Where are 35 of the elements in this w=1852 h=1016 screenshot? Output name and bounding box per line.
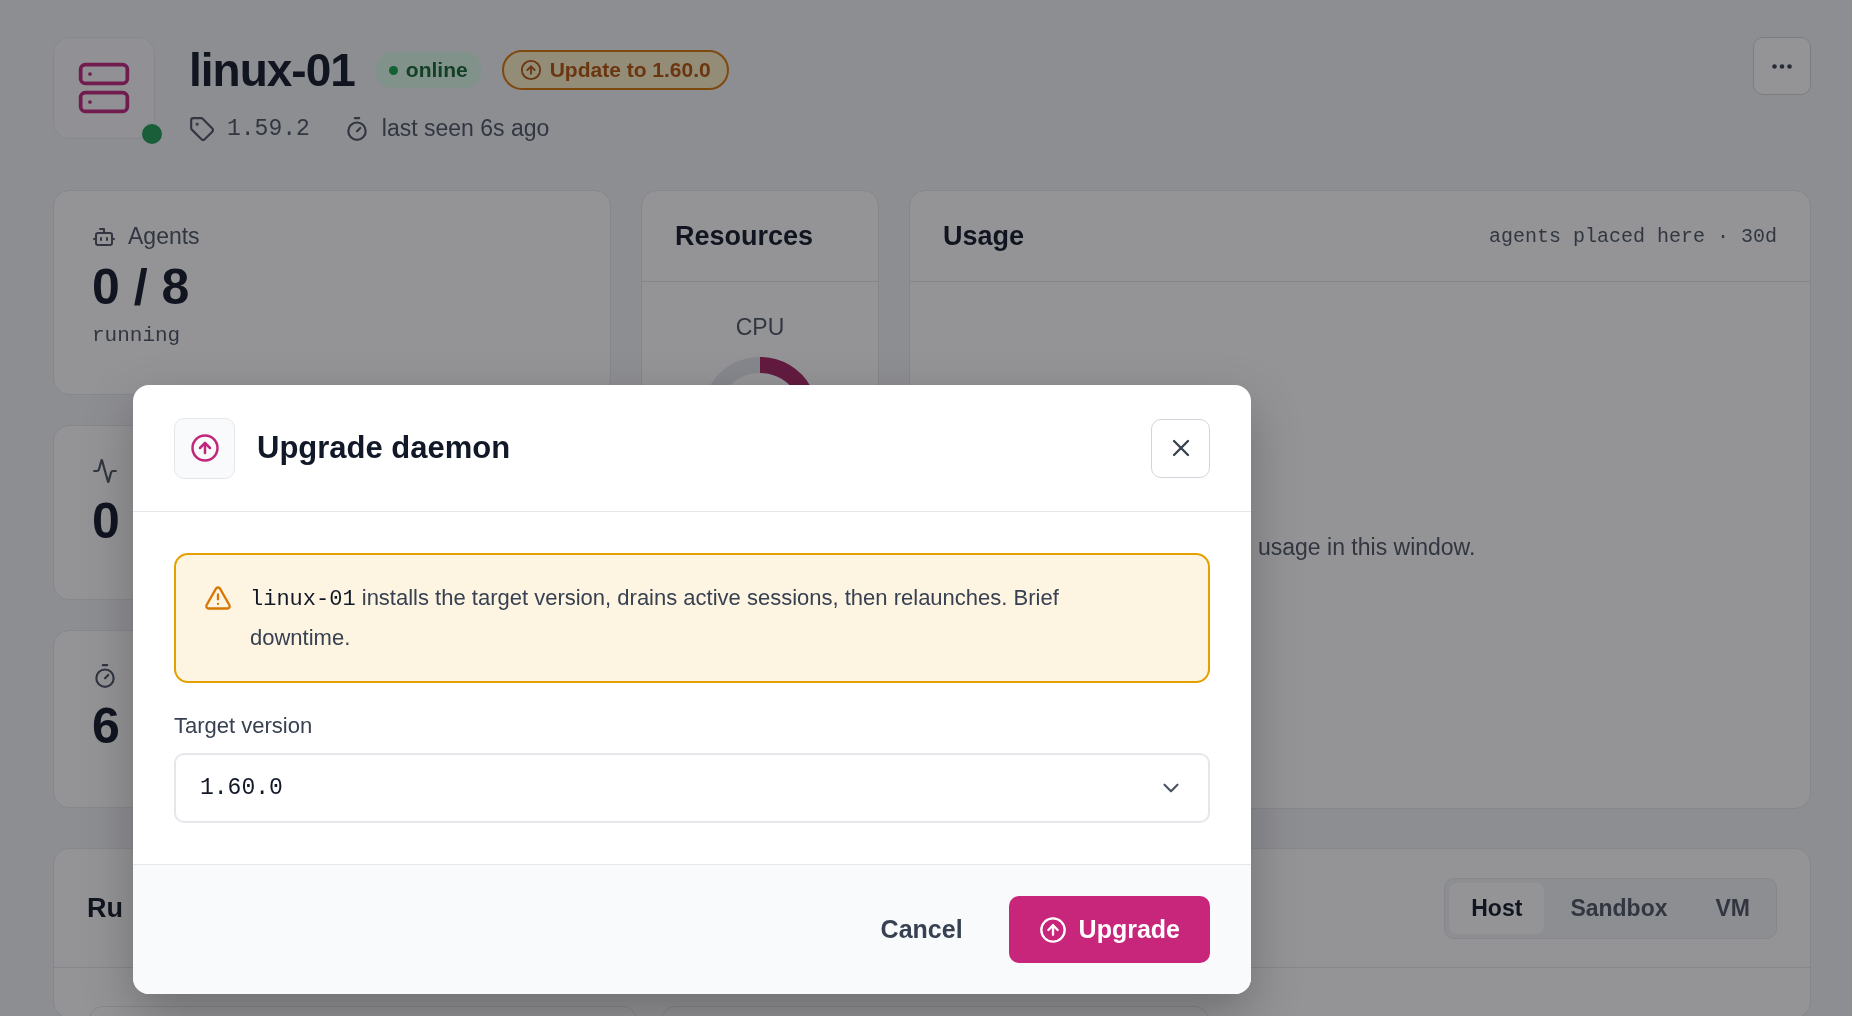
dialog-title: Upgrade daemon bbox=[257, 430, 512, 466]
version-select[interactable]: 1.60.0 bbox=[174, 753, 1210, 823]
arrow-up-circle-icon bbox=[189, 433, 220, 463]
server-icon bbox=[76, 60, 132, 116]
stat-value: 6 bbox=[92, 697, 120, 755]
arrow-up-circle-icon bbox=[1038, 915, 1067, 944]
more-icon bbox=[1772, 63, 1792, 69]
warning-text: linux-01 installs the target version, drains active sessions, then relaunches. Brief downtime. bbox=[250, 584, 1060, 652]
tag-icon bbox=[189, 115, 215, 142]
card-title: Resources bbox=[675, 220, 814, 252]
last-seen-text: last seen 6s ago bbox=[381, 115, 550, 142]
status-badge: online bbox=[374, 52, 482, 88]
update-badge[interactable]: Update to 1.60.0 bbox=[501, 50, 729, 90]
host-title: linux-01 bbox=[189, 43, 355, 97]
card-title: Ru bbox=[87, 892, 123, 924]
timer-icon bbox=[92, 663, 118, 689]
field-label: Target version bbox=[174, 713, 314, 739]
tab[interactable]: Sandbox bbox=[1548, 882, 1690, 934]
warning-icon bbox=[204, 584, 232, 612]
tab[interactable]: Host bbox=[1449, 882, 1545, 934]
cpu-label: CPU bbox=[735, 314, 785, 341]
usage-caption: agents placed here · 30d bbox=[1488, 224, 1777, 248]
pulse-icon bbox=[92, 458, 118, 484]
stat-value: 0 / 8 bbox=[92, 258, 190, 316]
cancel-button[interactable]: Cancel bbox=[876, 896, 967, 963]
card-title: Usage bbox=[943, 220, 1025, 252]
empty-state-text: usage in this window. bbox=[1258, 534, 1476, 560]
close-button[interactable] bbox=[1151, 418, 1210, 478]
arrow-up-circle-icon bbox=[519, 59, 542, 81]
version-text: 1.59.2 bbox=[227, 115, 310, 142]
stat-label: Agents bbox=[128, 223, 200, 250]
stat-value: 0 bbox=[92, 492, 120, 550]
upgrade-button[interactable]: Upgrade bbox=[1008, 896, 1210, 963]
tab[interactable]: VM bbox=[1693, 882, 1772, 934]
stat-caption: running bbox=[92, 324, 182, 347]
